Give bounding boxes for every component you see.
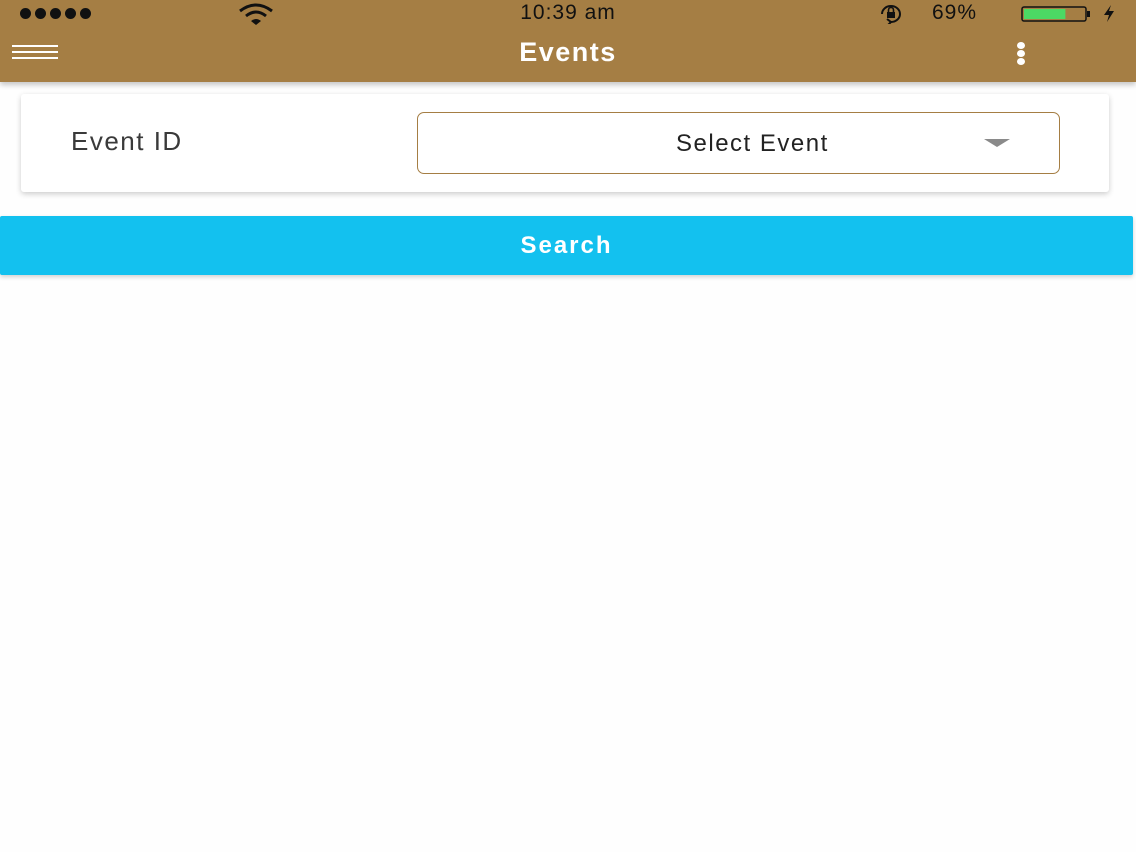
- event-select-dropdown[interactable]: Select Event: [417, 112, 1060, 174]
- rotation-lock-icon: [881, 5, 901, 24]
- event-id-label: Event ID: [71, 126, 183, 156]
- page-title: Events: [519, 37, 617, 67]
- event-select-value: Select Event: [676, 130, 829, 157]
- charging-bolt-icon: [1104, 5, 1114, 22]
- more-vertical-icon[interactable]: [1012, 42, 1030, 66]
- battery-icon: [1021, 6, 1090, 22]
- battery-percentage: 69%: [932, 1, 978, 24]
- top-bar: 10:39 am 69% Events: [0, 0, 1136, 82]
- search-button[interactable]: Search: [0, 216, 1133, 275]
- chevron-down-icon: [984, 139, 1010, 147]
- event-filter-card: Event ID Select Event: [21, 94, 1109, 192]
- status-bar: 10:39 am 69%: [0, 0, 1136, 28]
